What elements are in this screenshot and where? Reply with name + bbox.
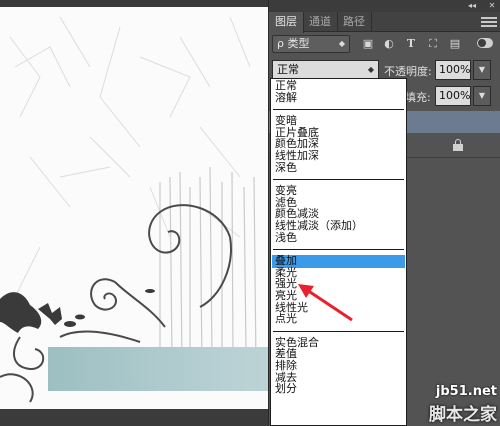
site-watermark: jb51.net 脚本之家 [393,384,497,425]
dropdown-separator [273,179,404,181]
type-filter-icon[interactable]: T [404,37,418,51]
tab-layers[interactable]: 图层 [269,12,304,33]
tab-channels[interactable]: 通道 [303,12,338,32]
watermark-url: jb51.net [435,384,497,399]
dropdown-separator [273,330,404,332]
canvas-pasteboard [0,409,268,426]
hamburger-menu-icon[interactable] [481,15,497,29]
double-chevron-icon[interactable]: ◂◂ [465,0,479,12]
blend-mode-value: 正常 [277,63,299,76]
blend-mode-option[interactable]: 深色 [275,161,297,174]
dropdown-separator [273,109,404,111]
layer-filter-select[interactable]: ρ 类型 ◆ [272,35,350,53]
filter-select-label: ρ 类型 [277,37,310,50]
smart-object-filter-icon[interactable]: ▤ [448,37,462,51]
tab-paths[interactable]: 路径 [337,12,372,32]
close-icon[interactable]: ✕ [485,0,499,12]
opacity-label: 不透明度: [384,65,432,78]
adjustment-filter-icon[interactable]: ◐ [382,37,396,51]
blend-mode-option[interactable]: 浅色 [275,231,297,244]
opacity-dropdown-button[interactable]: ▼ [473,60,491,80]
blend-mode-select[interactable]: 正常 ◆ [272,60,379,80]
filter-toggle-icon[interactable] [477,38,493,48]
panel-tabs: 图层 通道 路径 [269,12,500,33]
opacity-input[interactable]: 100% [435,60,471,80]
panel-title-strip: ◂◂ ✕ [269,0,500,12]
annotation-arrow [298,284,353,322]
shape-filter-icon[interactable]: ⛶ [426,37,440,51]
image-filter-icon[interactable]: ▣ [361,37,375,51]
blend-mode-option[interactable]: 溶解 [275,91,297,104]
dropdown-separator [273,249,404,251]
watermark-site-name: 脚本之家 [429,405,497,425]
fill-dropdown-button[interactable]: ▼ [473,86,491,106]
fill-input[interactable]: 100% [435,86,471,106]
blend-mode-dropdown-list: 正常 溶解 变暗 正片叠底 颜色加深 线性加深 深色 变亮 滤色 颜色减淡 线性减淡（添加） 浅色 叠加… [270,78,407,426]
lock-icon [452,139,464,152]
up-down-arrow-icon: ◆ [338,39,345,48]
fill-label: 填充: [405,91,431,104]
blend-mode-option[interactable]: 划分 [275,383,297,395]
up-down-arrow-icon: ◆ [367,65,374,74]
layer-filter-row: ρ 类型 ◆ ▣ ◐ T ⛶ ▤ [269,33,500,55]
